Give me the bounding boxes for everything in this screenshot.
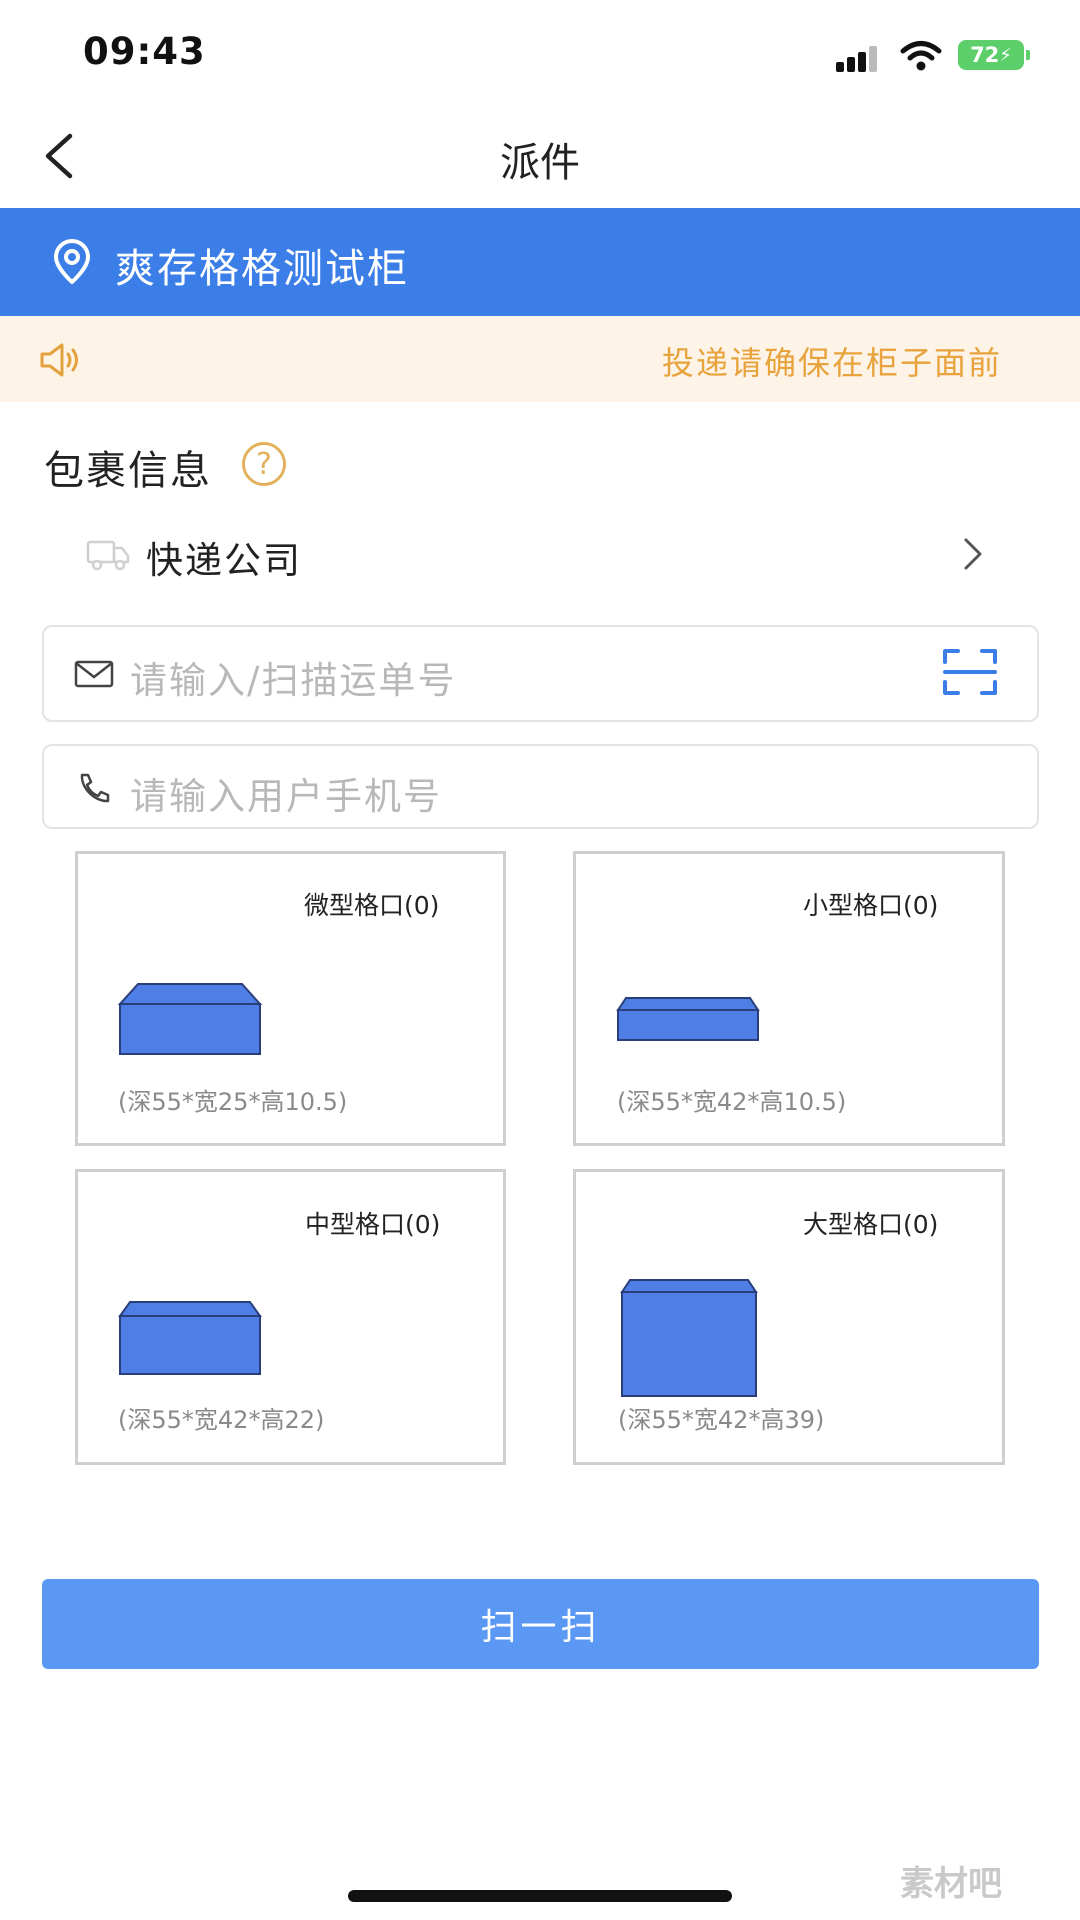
phone-icon	[80, 773, 110, 803]
locker-dimensions: (深55*宽42*高10.5)	[617, 1088, 847, 1116]
wifi-icon	[900, 41, 942, 71]
chevron-right-icon	[964, 538, 982, 570]
mail-icon	[74, 660, 114, 688]
locker-size-name: 小型格口(0)	[803, 891, 939, 920]
tracking-number-placeholder: 请输入/扫描运单号	[130, 659, 457, 702]
speaker-icon	[40, 343, 78, 377]
battery-icon: 72 ⚡	[958, 40, 1024, 70]
notice-text: 投递请确保在柜子面前	[662, 344, 1003, 382]
page-title: 派件	[500, 140, 580, 186]
back-arrow-icon[interactable]	[40, 130, 80, 182]
battery-level: 72	[970, 43, 1000, 67]
watermark: 素材吧	[900, 1864, 1002, 1904]
section-title: 包裹信息	[44, 448, 212, 494]
box-icon	[118, 1301, 262, 1375]
locker-dimensions: (深55*宽42*高39)	[618, 1406, 825, 1434]
scan-button[interactable]: 扫一扫	[42, 1579, 1039, 1669]
locker-dimensions: (深55*宽25*高10.5)	[118, 1088, 348, 1116]
locker-size-name: 大型格口(0)	[803, 1210, 939, 1239]
scan-barcode-icon[interactable]	[942, 648, 998, 696]
battery-nub	[1026, 50, 1030, 60]
box-icon	[616, 997, 760, 1041]
help-icon[interactable]: ?	[242, 442, 286, 486]
locker-dimensions: (深55*宽42*高22)	[118, 1406, 325, 1434]
location-pin-icon	[54, 239, 90, 284]
cellular-signal-icon	[836, 46, 880, 72]
phone-number-placeholder: 请输入用户手机号	[130, 775, 442, 818]
courier-company-label: 快递公司	[146, 539, 302, 582]
box-icon	[118, 983, 262, 1055]
locker-size-name: 微型格口(0)	[304, 891, 440, 920]
home-indicator	[348, 1890, 732, 1902]
truck-icon	[86, 540, 130, 571]
box-icon	[620, 1279, 758, 1397]
locker-size-name: 中型格口(0)	[305, 1210, 441, 1239]
status-time: 09:43	[83, 30, 206, 73]
locker-location-name: 爽存格格测试柜	[115, 246, 409, 292]
